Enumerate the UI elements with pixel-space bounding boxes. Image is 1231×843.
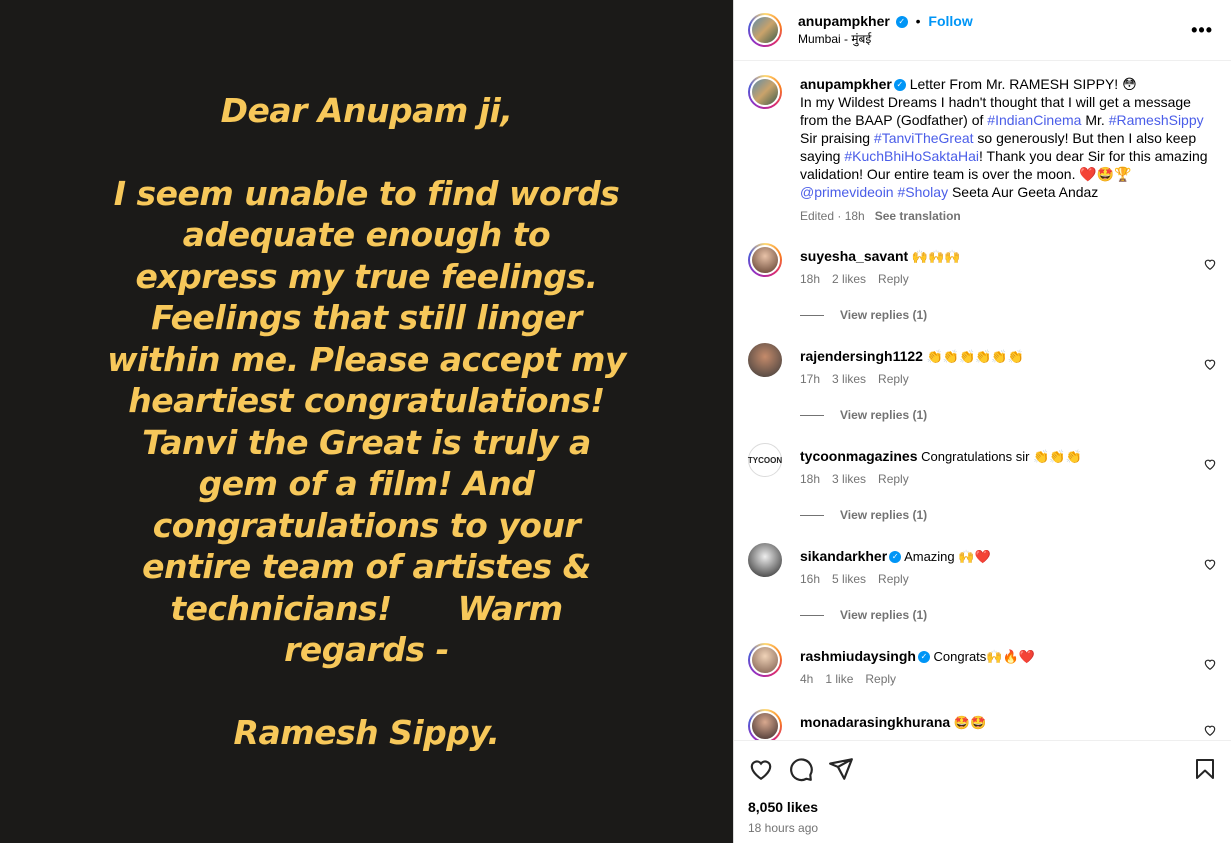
share-icon[interactable] bbox=[828, 756, 854, 782]
edited-time: Edited · 18h bbox=[800, 209, 865, 223]
comment-text: Congratulations sir 👏👏👏 bbox=[917, 449, 1082, 464]
post-time[interactable]: 18 hours ago bbox=[748, 821, 1217, 835]
comment-likes[interactable]: 3 likes bbox=[832, 372, 866, 386]
hashtag-link[interactable]: #RameshSippy bbox=[1109, 112, 1204, 128]
view-replies-label: View replies (1) bbox=[840, 608, 928, 622]
bookmark-icon[interactable] bbox=[1193, 756, 1217, 782]
mention-link[interactable]: @primevideoin bbox=[800, 184, 894, 200]
comment-time: 16h bbox=[800, 572, 821, 586]
comment-item: rajendersingh1122 👏👏👏👏👏👏 17h 3 likes Reply… bbox=[748, 343, 1217, 443]
comment-likes[interactable]: 2 likes bbox=[832, 272, 866, 286]
comments-scroll[interactable]: anupampkher ✓ Letter From Mr. RAMESH SIPP… bbox=[734, 61, 1231, 740]
comment-item: suyesha_savant 🙌🙌🙌 18h 2 likes Reply View … bbox=[748, 243, 1217, 343]
comment-text: 🙌🙌🙌 bbox=[908, 249, 961, 264]
hashtag-link[interactable]: #KuchBhiHoSaktaHai bbox=[844, 148, 979, 164]
reply-button[interactable]: Reply bbox=[878, 572, 909, 586]
see-translation-link[interactable]: See translation bbox=[875, 209, 961, 223]
comment-text: 🤩🤩 bbox=[950, 715, 987, 730]
like-comment-icon[interactable] bbox=[1203, 557, 1217, 571]
comment-username[interactable]: rashmiudaysingh bbox=[800, 648, 916, 664]
comment-text: 👏👏👏👏👏👏 bbox=[922, 349, 1024, 364]
view-replies-button[interactable]: View replies (1) bbox=[800, 608, 1217, 622]
comment-username[interactable]: suyesha_savant bbox=[800, 248, 908, 264]
reply-button[interactable]: Reply bbox=[878, 472, 909, 486]
comment-username[interactable]: monadarasingkhurana bbox=[800, 714, 950, 730]
post-viewer: Dear Anupam ji, I seem unable to find wo… bbox=[0, 0, 1231, 843]
like-comment-icon[interactable] bbox=[1203, 357, 1217, 371]
more-options-icon[interactable]: ••• bbox=[1191, 20, 1213, 41]
caption-text: Mr. bbox=[1081, 112, 1109, 128]
caption-text: Seeta Aur Geeta Andaz bbox=[948, 184, 1099, 200]
location-link[interactable]: Mumbai - मुंबई bbox=[798, 30, 973, 48]
comment-username[interactable]: sikandarkher bbox=[800, 548, 887, 564]
verified-icon: ✓ bbox=[893, 79, 906, 92]
letter-signature: Ramesh Sippy. bbox=[233, 713, 500, 752]
like-comment-icon[interactable] bbox=[1203, 457, 1217, 471]
follow-button[interactable]: Follow bbox=[928, 13, 972, 29]
letter-text: Dear Anupam ji, I seem unable to find wo… bbox=[107, 90, 627, 754]
verified-icon: ✓ bbox=[889, 551, 902, 564]
comment-likes[interactable]: 5 likes bbox=[832, 572, 866, 586]
caption-avatar[interactable] bbox=[748, 75, 782, 109]
comment-time: 17h bbox=[800, 372, 821, 386]
commenter-avatar[interactable] bbox=[748, 643, 782, 677]
post-actions: 8,050 likes 18 hours ago bbox=[734, 740, 1231, 843]
comment-item: sikandarkher ✓ Amazing 🙌❤️ 16h 5 likes Repl… bbox=[748, 543, 1217, 643]
hashtag-link[interactable]: #Sholay bbox=[897, 184, 948, 200]
comment-item: monadarasingkhurana 🤩🤩 bbox=[748, 709, 1217, 740]
likes-count[interactable]: 8,050 likes bbox=[748, 799, 1217, 815]
letter-body: I seem unable to find words adequate eno… bbox=[107, 173, 637, 670]
comment-username[interactable]: tycoonmagazines bbox=[800, 448, 917, 464]
author-username[interactable]: anupampkher bbox=[798, 13, 890, 29]
caption-text: Sir praising bbox=[800, 130, 874, 146]
commenter-avatar[interactable] bbox=[748, 343, 782, 377]
comment-likes[interactable]: 3 likes bbox=[832, 472, 866, 486]
reply-button[interactable]: Reply bbox=[878, 272, 909, 286]
hashtag-link[interactable]: #IndianCinema bbox=[987, 112, 1081, 128]
comment-time: 18h bbox=[800, 472, 821, 486]
comment-username[interactable]: rajendersingh1122 bbox=[800, 348, 923, 364]
reply-button[interactable]: Reply bbox=[865, 672, 896, 686]
view-replies-button[interactable]: View replies (1) bbox=[800, 508, 1217, 522]
comment-time: 4h bbox=[800, 672, 814, 686]
commenter-avatar[interactable] bbox=[748, 709, 782, 740]
hashtag-link[interactable]: #TanviTheGreat bbox=[874, 130, 974, 146]
caption: anupampkher ✓ Letter From Mr. RAMESH SIPP… bbox=[748, 75, 1217, 225]
comment-text: Amazing 🙌❤️ bbox=[901, 549, 991, 564]
caption-username[interactable]: anupampkher bbox=[800, 76, 892, 92]
comment-time: 18h bbox=[800, 272, 821, 286]
letter-greeting: Dear Anupam ji, bbox=[220, 90, 513, 130]
author-avatar[interactable] bbox=[748, 13, 782, 47]
verified-icon: ✓ bbox=[895, 16, 908, 29]
commenter-avatar[interactable] bbox=[748, 243, 782, 277]
like-comment-icon[interactable] bbox=[1203, 657, 1217, 671]
comment-likes[interactable]: 1 like bbox=[825, 672, 853, 686]
like-comment-icon[interactable] bbox=[1203, 257, 1217, 271]
view-replies-label: View replies (1) bbox=[840, 408, 928, 422]
commenter-avatar[interactable] bbox=[748, 543, 782, 577]
view-replies-button[interactable]: View replies (1) bbox=[800, 408, 1217, 422]
comment-text: Congrats🙌🔥❤️ bbox=[929, 649, 1035, 664]
commenter-avatar[interactable]: TYCOON bbox=[748, 443, 782, 477]
comment-item: rashmiudaysingh ✓ Congrats🙌🔥❤️ 4h 1 like Re… bbox=[748, 643, 1217, 709]
view-replies-label: View replies (1) bbox=[840, 308, 928, 322]
reply-button[interactable]: Reply bbox=[878, 372, 909, 386]
view-replies-button[interactable]: View replies (1) bbox=[800, 308, 1217, 322]
post-image[interactable]: Dear Anupam ji, I seem unable to find wo… bbox=[0, 0, 733, 843]
comment-item: TYCOON tycoonmagazines Congratulations s… bbox=[748, 443, 1217, 543]
verified-icon: ✓ bbox=[917, 651, 930, 664]
like-icon[interactable] bbox=[748, 756, 774, 782]
post-header: anupampkher ✓ • Follow Mumbai - मुंबई ••… bbox=[734, 0, 1231, 61]
like-comment-icon[interactable] bbox=[1203, 723, 1217, 737]
post-sidebar: anupampkher ✓ • Follow Mumbai - मुंबई ••… bbox=[733, 0, 1231, 843]
caption-text: Letter From Mr. RAMESH SIPPY! 😳 bbox=[905, 76, 1137, 92]
separator-dot: • bbox=[915, 13, 921, 29]
comment-icon[interactable] bbox=[788, 756, 814, 782]
view-replies-label: View replies (1) bbox=[840, 508, 928, 522]
